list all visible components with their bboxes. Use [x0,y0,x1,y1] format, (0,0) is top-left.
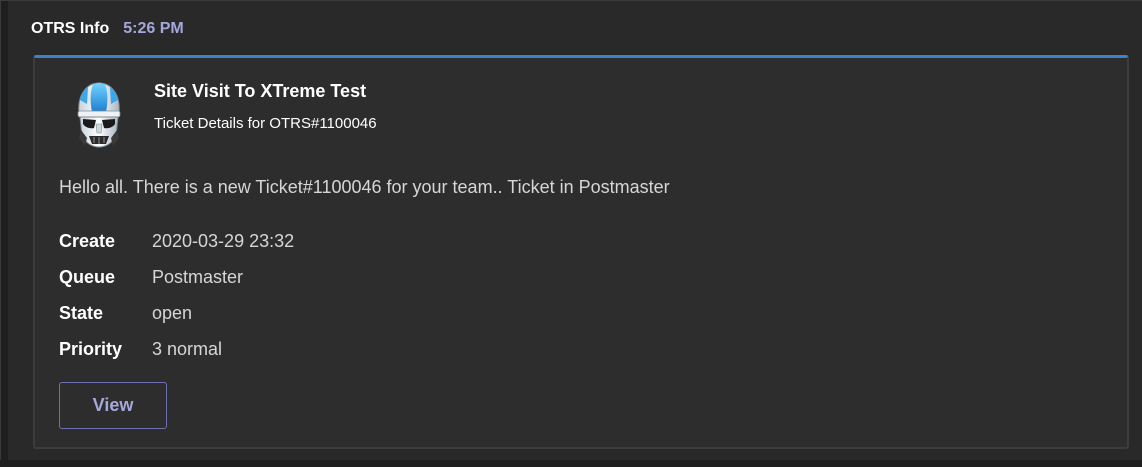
message-timestamp: 5:26 PM [123,20,184,37]
fact-set: Create 2020-03-29 23:32 Queue Postmaster… [59,223,294,367]
fact-row-priority: Priority 3 normal [59,331,294,367]
fact-key: State [59,302,104,323]
sender-name[interactable]: OTRS Info [31,20,109,38]
card-body-text: Hello all. There is a new Ticket#1100046… [59,177,670,197]
fact-value: 2020-03-29 23:32 [152,230,295,251]
fact-key: Priority [59,338,123,359]
adaptive-card: Site Visit To XTreme Test Ticket Details… [33,55,1129,449]
left-rail [1,1,8,461]
fact-value: Postmaster [152,266,244,287]
view-button[interactable]: View [59,382,167,429]
card-title: Site Visit To XTreme Test [154,81,367,101]
card-subtitle: Ticket Details for OTRS#1100046 [154,115,377,132]
stormtrooper-helmet-icon [71,80,127,152]
fact-value: open [152,302,193,323]
fact-row-queue: Queue Postmaster [59,259,294,295]
message-header: OTRS Info 5:26 PM [31,20,184,42]
fact-key: Create [59,230,116,251]
fact-key: Queue [59,266,116,287]
fact-value: 3 normal [152,338,223,359]
fact-row-create: Create 2020-03-29 23:32 [59,223,294,259]
fact-row-state: State open [59,295,294,331]
message-container: OTRS Info 5:26 PM Site Visit To XTreme T… [0,0,1142,461]
bottom-strip [0,460,1142,467]
